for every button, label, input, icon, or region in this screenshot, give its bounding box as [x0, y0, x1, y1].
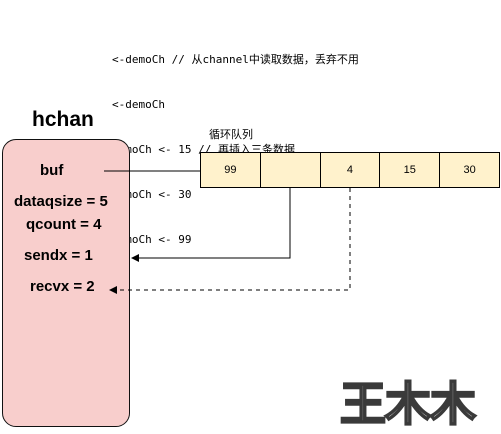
sendx-arrow	[131, 188, 291, 262]
author-watermark: 王木木	[339, 376, 477, 432]
connector-lines	[104, 170, 351, 294]
recvx-arrow	[109, 188, 351, 294]
